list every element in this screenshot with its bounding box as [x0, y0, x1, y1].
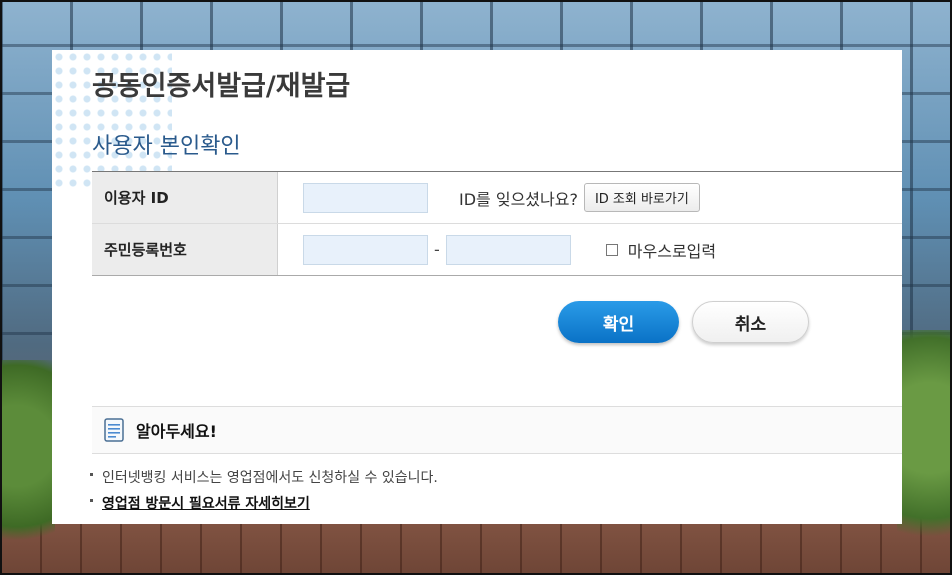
user-id-label: 이용자 ID: [92, 172, 278, 223]
rrn-cell: - 마우스로입력: [278, 224, 902, 275]
user-id-row: 이용자 ID ID를 잊으셨나요? ID 조회 바로가기: [92, 172, 902, 224]
rrn-row: 주민등록번호 - 마우스로입력: [92, 224, 902, 275]
notice-title: 알아두세요!: [136, 422, 217, 441]
cancel-button[interactable]: 취소: [692, 301, 809, 343]
mouse-input-checkbox[interactable]: [605, 243, 618, 256]
document-icon: [104, 417, 124, 443]
mouse-input-label: 마우스로입력: [627, 241, 717, 261]
forgot-id-text: ID를 잊으셨나요?: [459, 189, 578, 209]
id-lookup-button[interactable]: ID 조회 바로가기: [583, 183, 700, 212]
certificate-panel: 공동인증서발급/재발급 사용자 본인확인 이용자 ID ID를 잊으셨나요? I…: [52, 50, 902, 524]
rrn-back-input[interactable]: [445, 234, 571, 265]
mouse-input-option[interactable]: 마우스로입력: [605, 238, 717, 262]
confirm-button[interactable]: 확인: [558, 301, 679, 343]
rrn-front-input[interactable]: [303, 234, 428, 265]
section-subtitle: 사용자 본인확인: [92, 134, 241, 159]
page-title: 공동인증서발급/재발급: [92, 71, 351, 102]
notice-list: 인터넷뱅킹 서비스는 영업점에서도 신청하실 수 있습니다. 영업점 방문시 필…: [90, 465, 890, 517]
verification-form: 이용자 ID ID를 잊으셨나요? ID 조회 바로가기 주민등록번호 - 마우…: [92, 171, 902, 276]
notice-header: 알아두세요!: [92, 406, 902, 454]
user-id-cell: ID를 잊으셨나요? ID 조회 바로가기: [278, 172, 902, 223]
notice-item: 인터넷뱅킹 서비스는 영업점에서도 신청하실 수 있습니다.: [90, 465, 890, 491]
required-documents-link[interactable]: 영업점 방문시 필요서류 자세히보기: [90, 491, 890, 517]
rrn-separator: -: [434, 240, 440, 259]
user-id-input[interactable]: [303, 182, 428, 213]
rrn-label: 주민등록번호: [92, 224, 278, 275]
